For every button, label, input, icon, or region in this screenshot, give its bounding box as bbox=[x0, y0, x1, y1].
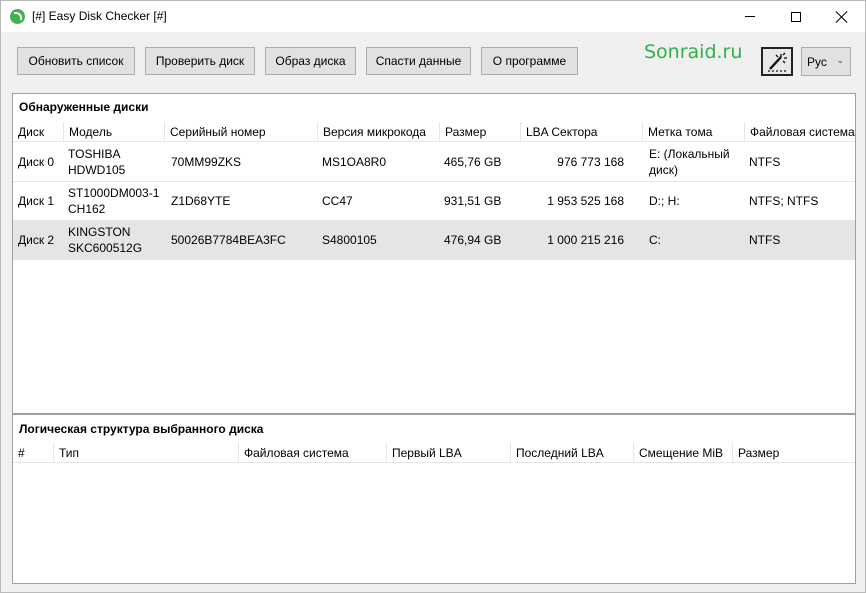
logical-structure-title: Логическая структура выбранного диска bbox=[19, 422, 264, 436]
col-disk[interactable]: Диск bbox=[13, 122, 63, 142]
cell-filesystem: NTFS bbox=[749, 155, 781, 169]
detected-disks-panel: Обнаруженные диски Диск Модель Серийный … bbox=[12, 93, 856, 414]
about-button[interactable]: О программе bbox=[481, 47, 578, 75]
rescue-data-button[interactable]: Спасти данные bbox=[366, 47, 471, 75]
structure-table-header: # Тип Файловая система Первый LBA Послед… bbox=[13, 443, 855, 463]
minimize-button[interactable] bbox=[727, 1, 773, 32]
cell-label: D:; H: bbox=[649, 194, 680, 208]
col-serial[interactable]: Серийный номер bbox=[164, 122, 317, 142]
cell-label: C: bbox=[649, 233, 661, 247]
col-label[interactable]: Метка тома bbox=[642, 122, 744, 142]
cell-filesystem: NTFS bbox=[749, 233, 781, 247]
cell-disk: Диск 2 bbox=[18, 233, 55, 247]
app-disk-icon bbox=[10, 9, 25, 24]
col-offset[interactable]: Смещение MiB bbox=[633, 443, 732, 463]
col-filesystem[interactable]: Файловая система bbox=[238, 443, 386, 463]
col-number[interactable]: # bbox=[13, 443, 53, 463]
cell-model: KINGSTON SKC600512G bbox=[68, 225, 143, 255]
col-type[interactable]: Тип bbox=[53, 443, 238, 463]
table-row[interactable]: Диск 1 ST1000DM003-1 CH162 Z1D68YTE CC47… bbox=[13, 182, 855, 221]
col-firmware[interactable]: Версия микрокода bbox=[317, 122, 439, 142]
maximize-button[interactable] bbox=[773, 1, 819, 32]
tool-button[interactable] bbox=[761, 47, 793, 76]
cell-serial: 70MM99ZKS bbox=[171, 155, 242, 169]
col-size[interactable]: Размер bbox=[732, 443, 855, 463]
cell-firmware: S4800105 bbox=[322, 233, 377, 247]
app-window: [#] Easy Disk Checker [#] Обновить списо… bbox=[0, 0, 866, 593]
disk-image-button[interactable]: Образ диска bbox=[265, 47, 356, 75]
disks-table-header: Диск Модель Серийный номер Версия микрок… bbox=[13, 122, 855, 142]
detected-disks-title: Обнаруженные диски bbox=[19, 100, 149, 114]
col-last-lba[interactable]: Последний LBA bbox=[510, 443, 633, 463]
cell-size: 931,51 GB bbox=[444, 194, 502, 208]
logical-structure-panel: Логическая структура выбранного диска # … bbox=[12, 414, 856, 584]
cell-model: ST1000DM003-1 CH162 bbox=[68, 186, 160, 216]
chevron-down-icon: ⌄ bbox=[836, 55, 844, 65]
col-size[interactable]: Размер bbox=[439, 122, 520, 142]
cell-serial: Z1D68YTE bbox=[171, 194, 231, 208]
close-button[interactable] bbox=[819, 1, 865, 32]
maximize-icon bbox=[791, 11, 801, 22]
language-value: Рус bbox=[807, 54, 827, 69]
col-lba[interactable]: LBA Сектора bbox=[520, 122, 642, 142]
cell-disk: Диск 1 bbox=[18, 194, 55, 208]
cell-lba: 1 953 525 168 bbox=[547, 194, 624, 208]
cell-size: 476,94 GB bbox=[444, 233, 502, 247]
col-first-lba[interactable]: Первый LBA bbox=[386, 443, 510, 463]
cell-serial: 50026B7784BEA3FC bbox=[171, 233, 286, 247]
title-bar: [#] Easy Disk Checker [#] bbox=[1, 1, 865, 32]
refresh-list-button[interactable]: Обновить список bbox=[17, 47, 135, 75]
language-select[interactable]: Рус ⌄ bbox=[801, 47, 851, 76]
table-row-selected[interactable]: Диск 2 KINGSTON SKC600512G 50026B7784BEA… bbox=[13, 221, 855, 260]
cell-firmware: CC47 bbox=[322, 194, 353, 208]
cell-label: E: (Локальный диск) bbox=[649, 147, 730, 177]
cell-lba: 1 000 215 216 bbox=[547, 233, 624, 247]
close-icon bbox=[836, 11, 848, 23]
window-title: [#] Easy Disk Checker [#] bbox=[32, 9, 167, 23]
minimize-icon bbox=[745, 16, 755, 17]
col-filesystem[interactable]: Файловая система bbox=[744, 122, 855, 142]
cell-size: 465,76 GB bbox=[444, 155, 502, 169]
table-row[interactable]: Диск 0 TOSHIBA HDWD105 70MM99ZKS MS1OA8R… bbox=[13, 143, 855, 182]
wand-tool-icon bbox=[768, 52, 787, 72]
cell-filesystem: NTFS; NTFS bbox=[749, 194, 819, 208]
cell-disk: Диск 0 bbox=[18, 155, 55, 169]
cell-lba: 976 773 168 bbox=[557, 155, 624, 169]
brand-link[interactable]: Sonraid.ru bbox=[644, 41, 742, 63]
check-disk-button[interactable]: Проверить диск bbox=[145, 47, 255, 75]
col-model[interactable]: Модель bbox=[63, 122, 164, 142]
cell-firmware: MS1OA8R0 bbox=[322, 155, 387, 169]
cell-model: TOSHIBA HDWD105 bbox=[68, 147, 126, 177]
